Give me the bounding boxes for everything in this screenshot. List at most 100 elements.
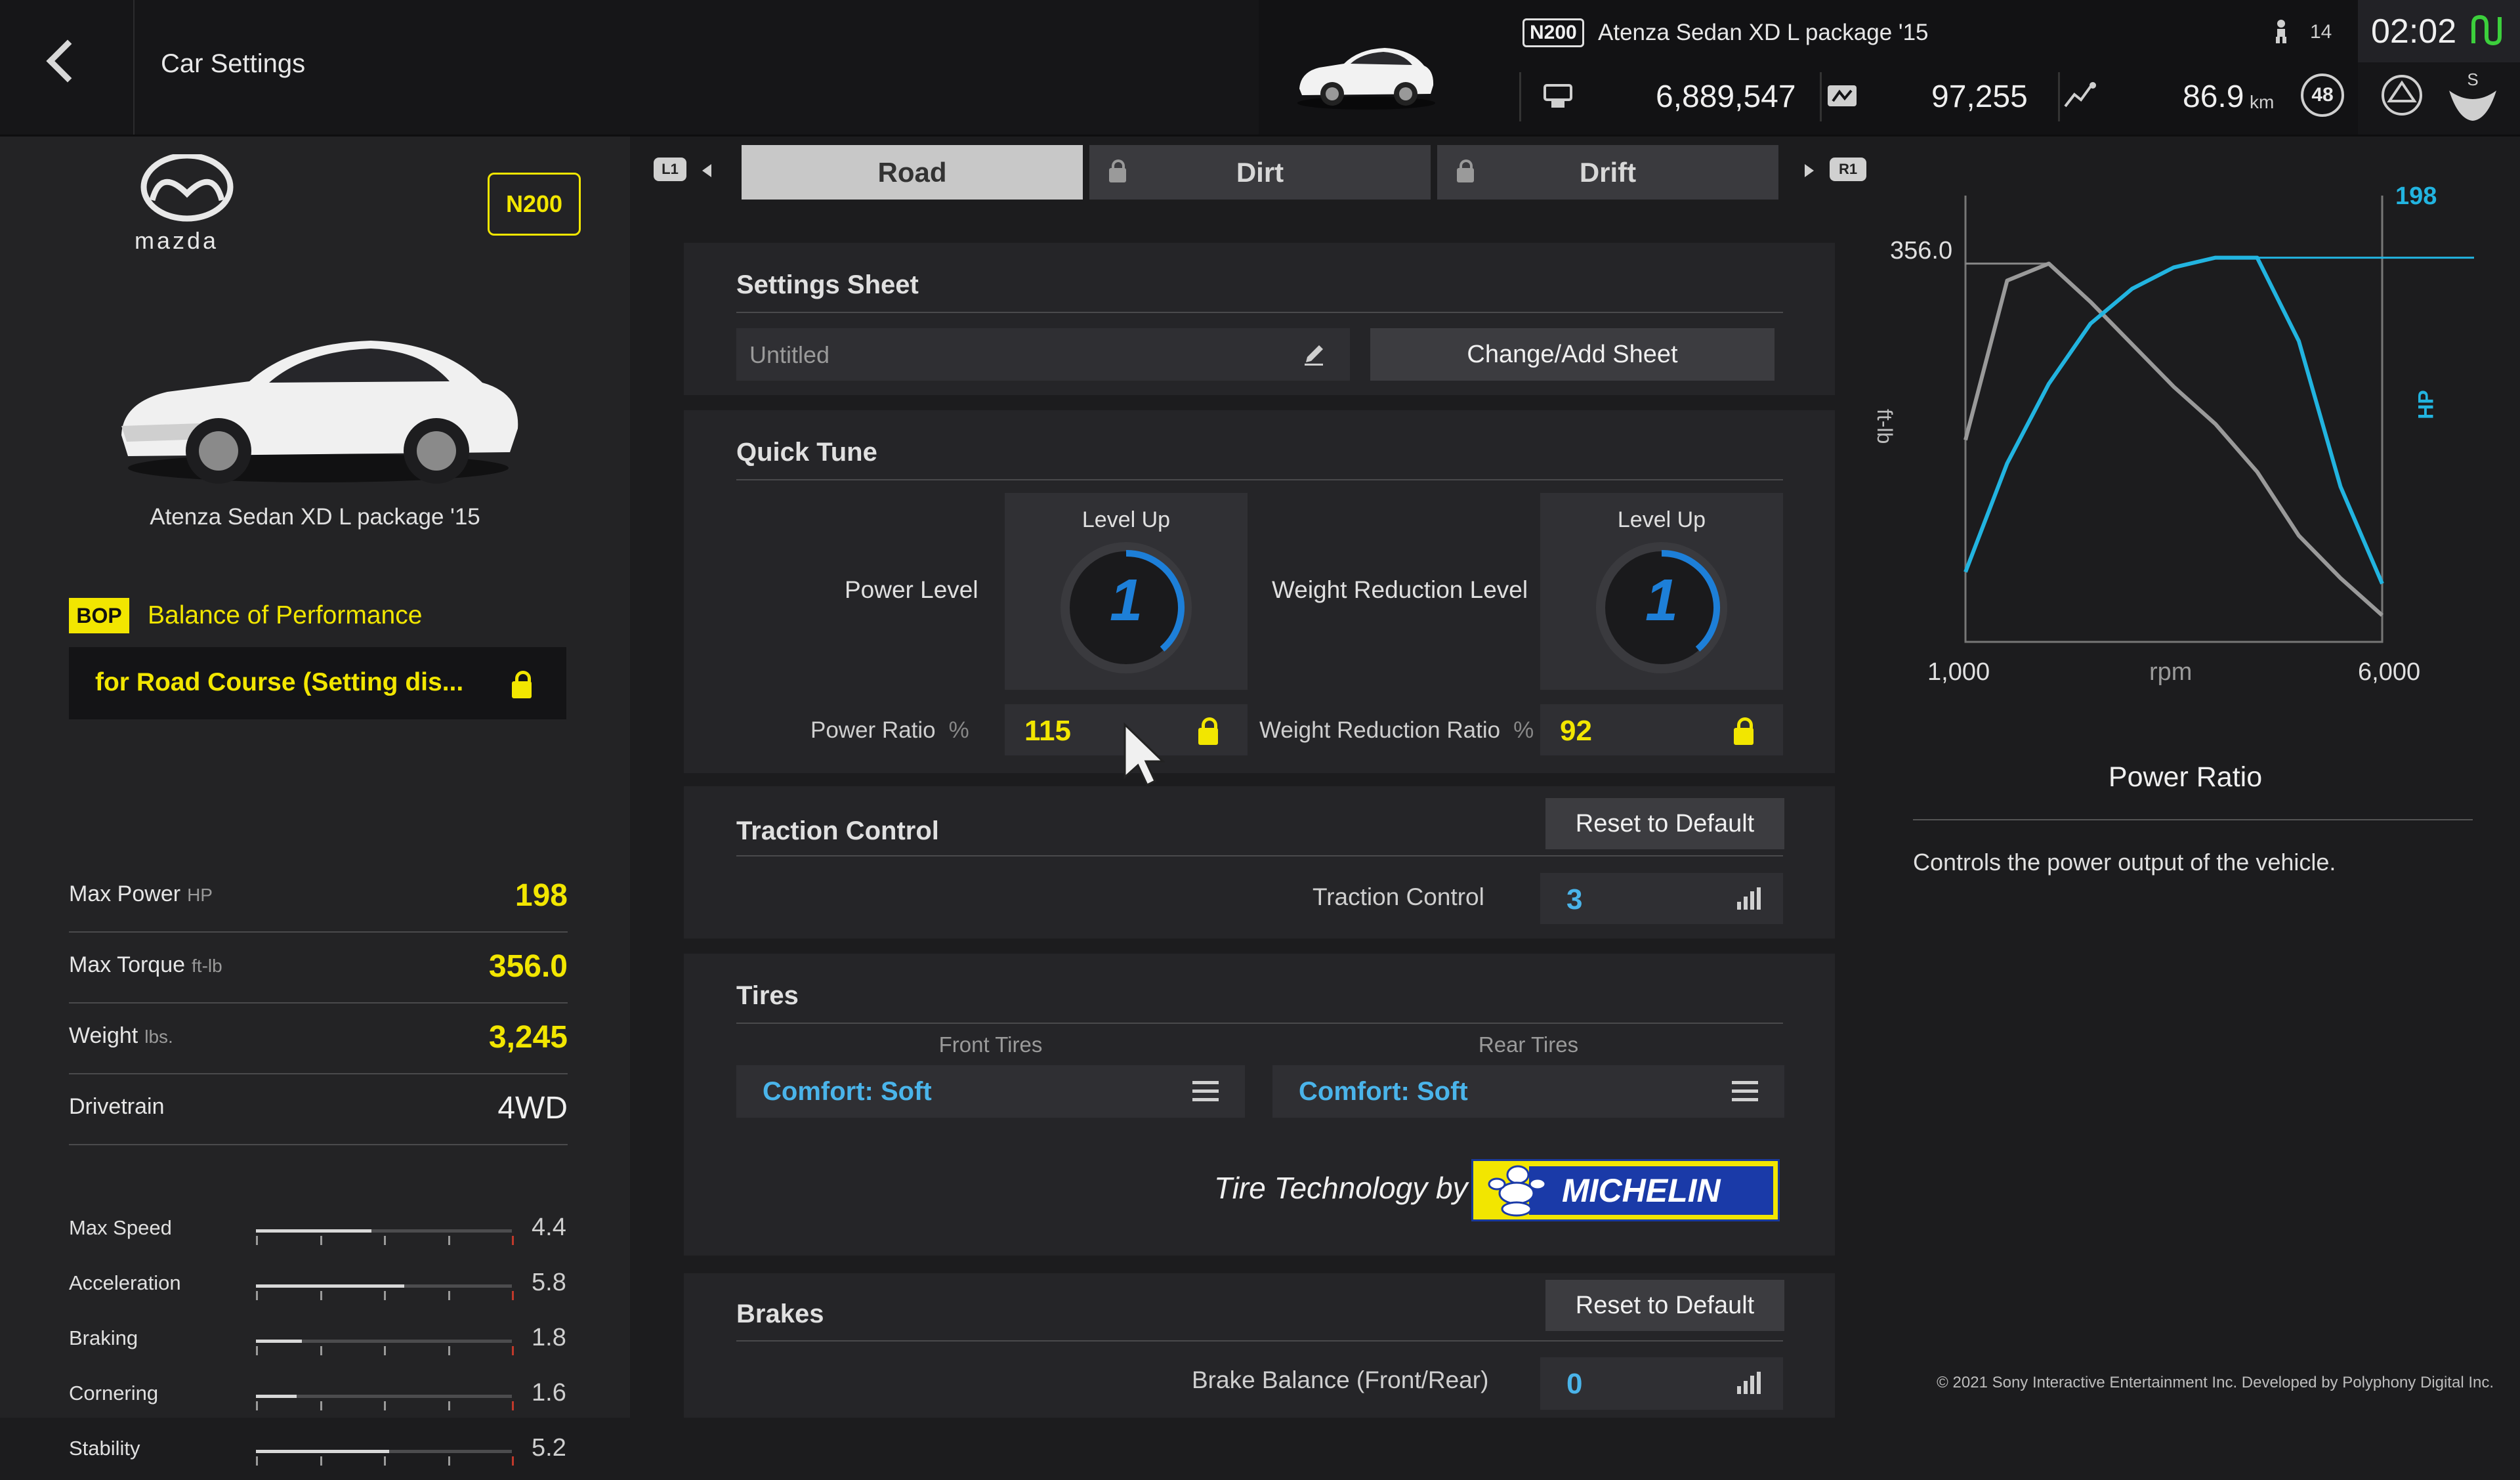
- section-title: Tires: [736, 981, 799, 1010]
- power-level-label: Power Level: [845, 576, 978, 603]
- rear-tires-select[interactable]: Comfort: Soft: [1272, 1065, 1784, 1118]
- michelin-logo: MICHELIN: [1471, 1159, 1780, 1221]
- traction-control-value: 3: [1566, 883, 1583, 916]
- michelin-text: MICHELIN: [1562, 1172, 1721, 1209]
- brake-balance-field[interactable]: 0: [1540, 1357, 1783, 1410]
- power-curve-panel: 356.0 198 ft-lb HP 1,000 rpm 6,000 Power…: [1873, 137, 2520, 1418]
- bop-badge: BOP: [69, 598, 129, 633]
- rear-tires-label: Rear Tires: [1478, 1032, 1579, 1057]
- weight-ratio-field[interactable]: 92: [1540, 704, 1783, 755]
- tab-next-arrow-icon: [1805, 164, 1814, 177]
- r1-button[interactable]: R1: [1830, 158, 1866, 181]
- sheet-name-field[interactable]: Untitled: [736, 328, 1350, 381]
- spec-label: Max Torque ft-lb: [69, 952, 222, 978]
- lock-icon: [1109, 159, 1126, 182]
- spec-value: 3,245: [488, 1020, 568, 1055]
- performance-label: Cornering: [69, 1382, 159, 1405]
- weight-level-dial[interactable]: Level Up 1: [1540, 493, 1783, 690]
- x-min-label: 1,000: [1927, 658, 1990, 686]
- performance-value: 4.4: [532, 1214, 566, 1241]
- back-arrow-icon: [46, 39, 89, 83]
- performance-bar-fill: [256, 1340, 303, 1343]
- power-ratio-label: Power Ratio%: [810, 717, 969, 744]
- back-button[interactable]: [0, 0, 135, 135]
- performance-bar: [256, 1395, 514, 1410]
- description-text: Controls the power output of the vehicle…: [1913, 849, 2336, 876]
- traction-control-field[interactable]: 3: [1540, 873, 1783, 924]
- section-title: Quick Tune: [736, 438, 877, 467]
- car-summary-panel: mazda N200 Atenza Sedan XD L package '15…: [0, 137, 630, 1466]
- performance-tick: [384, 1456, 386, 1466]
- x-axis-label: rpm: [2149, 658, 2193, 686]
- label-text: Weight Reduction Ratio: [1259, 717, 1501, 743]
- l1-button[interactable]: L1: [654, 158, 686, 181]
- quick-tune-section: Quick Tune Power Level Level Up 1 Weight…: [684, 410, 1835, 773]
- level-badge: 48: [2301, 74, 2344, 117]
- mouse-cursor-icon: [1124, 722, 1166, 787]
- torque-axis-label: ft-lb: [1873, 409, 1897, 444]
- credits-value: 6,889,547: [1656, 79, 1796, 114]
- change-add-sheet-button[interactable]: Change/Add Sheet: [1370, 328, 1774, 381]
- performance-tick: [320, 1291, 322, 1300]
- l1-label: L1: [662, 161, 679, 177]
- signal-bars-icon: [1737, 887, 1763, 910]
- clock-time: 02:02: [2371, 12, 2457, 51]
- performance-label: Max Speed: [69, 1216, 172, 1239]
- front-tires-select[interactable]: Comfort: Soft: [736, 1065, 1245, 1118]
- performance-tick: [320, 1236, 322, 1245]
- performance-bar: [256, 1340, 514, 1355]
- power-ratio-value: 115: [1024, 715, 1071, 747]
- performance-tick: [256, 1456, 258, 1466]
- lock-icon: [1734, 717, 1754, 745]
- tab-road[interactable]: Road: [742, 145, 1083, 200]
- level-value: 48: [2311, 84, 2334, 106]
- performance-tick: [384, 1346, 386, 1355]
- performance-row: Stability 5.2: [69, 1425, 574, 1480]
- power-level-dial[interactable]: Level Up 1: [1005, 493, 1248, 690]
- button-label: Change/Add Sheet: [1467, 340, 1678, 368]
- edit-pencil-icon: [1305, 345, 1323, 366]
- performance-tick: [512, 1456, 514, 1466]
- tab-label: Road: [877, 156, 947, 188]
- tab-label: Dirt: [1236, 156, 1284, 188]
- spec-name: Max Power: [69, 881, 181, 906]
- spec-unit: HP: [187, 885, 213, 905]
- tab-drift[interactable]: Drift: [1437, 145, 1778, 200]
- performance-bar-fill: [256, 1395, 297, 1398]
- performance-tick: [320, 1346, 322, 1355]
- performance-bar-fill: [256, 1450, 389, 1453]
- label-text: Power Ratio: [810, 717, 936, 743]
- menu-icon: [1732, 1081, 1758, 1107]
- performance-tick: [448, 1346, 450, 1355]
- torque-max-label: 356.0: [1890, 237, 1953, 264]
- spec-value: 4WD: [497, 1091, 568, 1126]
- performance-value: 5.8: [532, 1269, 566, 1296]
- performance-tick: [384, 1291, 386, 1300]
- performance-row: Max Speed 4.4: [69, 1204, 574, 1259]
- x-max-label: 6,000: [2358, 658, 2421, 686]
- performance-tick: [512, 1291, 514, 1300]
- signal-bars-icon: [1737, 1372, 1763, 1394]
- distance-icon: [2064, 82, 2096, 108]
- lock-icon: [1198, 717, 1218, 745]
- brake-balance-value: 0: [1566, 1368, 1583, 1400]
- performance-row: Cornering 1.6: [69, 1370, 574, 1425]
- car-image: [121, 341, 518, 484]
- weight-level-label: Weight Reduction Level: [1272, 576, 1528, 603]
- page-title: Car Settings: [161, 49, 306, 78]
- tab-dirt[interactable]: Dirt: [1089, 145, 1431, 200]
- top-bar: Car Settings N200 Atenza Sedan XD L pack…: [0, 0, 2520, 137]
- performance-tick: [320, 1456, 322, 1466]
- brake-balance-label: Brake Balance (Front/Rear): [1192, 1366, 1489, 1393]
- performance-row: Acceleration 5.8: [69, 1259, 574, 1315]
- traction-reset-button[interactable]: Reset to Default: [1545, 798, 1784, 849]
- spec-name: Weight: [69, 1023, 138, 1048]
- brakes-reset-button[interactable]: Reset to Default: [1545, 1280, 1784, 1331]
- front-tires-value: Comfort: Soft: [763, 1077, 932, 1106]
- class-badge-text: N200: [505, 190, 563, 217]
- friends-icon: [2276, 20, 2286, 43]
- spec-label: Drivetrain: [69, 1094, 164, 1120]
- sheet-name-text: Untitled: [749, 341, 830, 368]
- front-tires-label: Front Tires: [938, 1032, 1043, 1057]
- car-name-label: Atenza Sedan XD L package '15: [150, 504, 480, 530]
